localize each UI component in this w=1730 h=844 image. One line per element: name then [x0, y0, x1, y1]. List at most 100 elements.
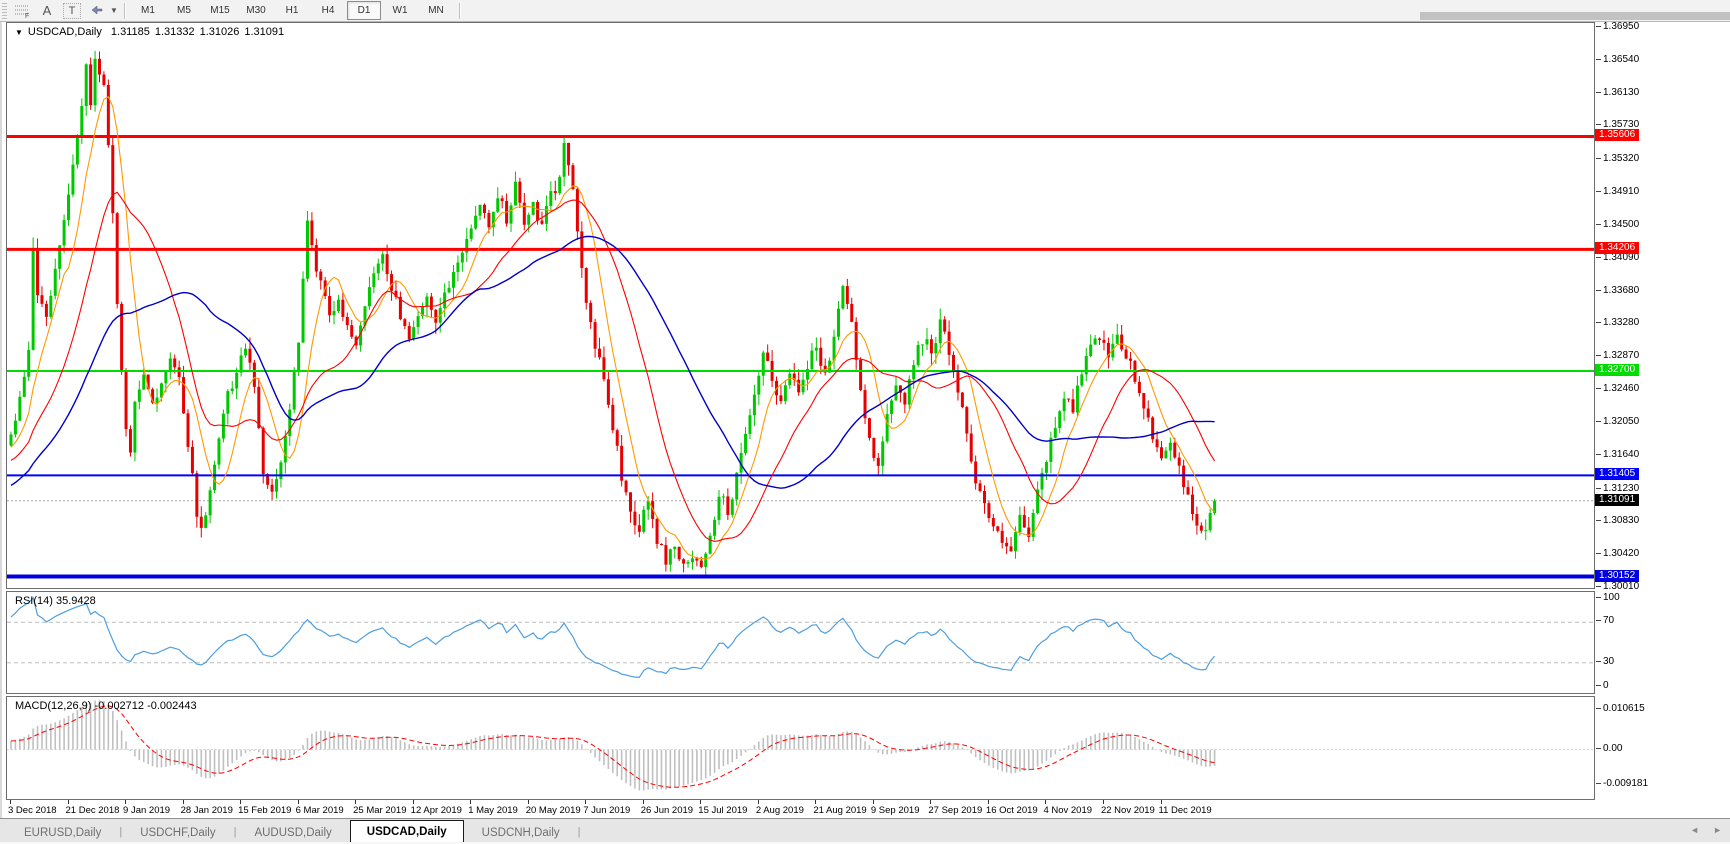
date-tick — [873, 800, 874, 804]
timeframe-buttons: M1M5M15M30H1H4D1W1MN — [130, 1, 454, 20]
date-label: 20 May 2019 — [526, 805, 581, 816]
date-label: 1 May 2019 — [468, 805, 518, 816]
window-edge — [1420, 12, 1730, 20]
hline-price-badge: 1.35606 — [1595, 129, 1639, 141]
chart-tab-bar: EURUSD,Daily|USDCHF,Daily|AUDUSD,DailyUS… — [0, 818, 1730, 843]
date-tick — [1103, 800, 1104, 804]
hline-price-badge: 1.31405 — [1595, 468, 1639, 480]
timeframe-button-m30[interactable]: M30 — [239, 1, 273, 20]
price-tick: 1.31230 — [1603, 484, 1639, 494]
date-label: 16 Oct 2019 — [986, 805, 1038, 816]
price-tick: 1.35320 — [1603, 154, 1639, 164]
date-tick — [815, 800, 816, 804]
ohlc-low: 1.31026 — [200, 26, 240, 38]
timeframe-button-h1[interactable]: H1 — [275, 1, 309, 20]
date-label: 15 Feb 2019 — [238, 805, 291, 816]
date-tick — [68, 800, 69, 804]
date-label: 21 Aug 2019 — [813, 805, 866, 816]
price-tick: 1.34500 — [1603, 220, 1639, 230]
date-label: 15 Jul 2019 — [698, 805, 747, 816]
date-tick — [183, 800, 184, 804]
date-label: 22 Nov 2019 — [1101, 805, 1155, 816]
chart-tab-usdchf[interactable]: USDCHF,Daily — [124, 822, 231, 843]
date-label: 27 Sep 2019 — [928, 805, 982, 816]
price-tick: 1.36950 — [1603, 22, 1639, 32]
date-label: 26 Jun 2019 — [641, 805, 693, 816]
text-box-icon[interactable]: T — [63, 3, 81, 19]
date-tick — [528, 800, 529, 804]
date-tick — [1045, 800, 1046, 804]
toolbar-separator — [459, 3, 460, 19]
hline-price-badge: 1.32700 — [1595, 364, 1639, 376]
price-axis[interactable]: 1.369501.365401.361301.357301.353201.349… — [1595, 22, 1730, 800]
tab-separator: | — [234, 826, 237, 838]
chevron-down-icon[interactable]: ▼ — [15, 28, 23, 37]
date-label: 6 Mar 2019 — [296, 805, 344, 816]
chart-tab-usdcnh[interactable]: USDCNH,Daily — [466, 822, 576, 843]
price-tick: 1.33680 — [1603, 286, 1639, 296]
chart-tab-usdcad[interactable]: USDCAD,Daily — [350, 820, 464, 843]
date-tick — [930, 800, 931, 804]
tab-scroll-right-icon[interactable]: ► — [1713, 825, 1722, 835]
timeframe-button-mn[interactable]: MN — [419, 1, 453, 20]
symbol-period-label: USDCAD,Daily — [28, 26, 102, 38]
date-label: 9 Jan 2019 — [123, 805, 170, 816]
ohlc-high: 1.31332 — [155, 26, 195, 38]
rsi-axis-tick: 30 — [1603, 657, 1614, 667]
timeframe-button-h4[interactable]: H4 — [311, 1, 345, 20]
date-label: 11 Dec 2019 — [1159, 805, 1212, 816]
macd-axis-tick: 0.010615 — [1603, 704, 1645, 714]
date-label: 7 Jun 2019 — [583, 805, 630, 816]
date-tick — [988, 800, 989, 804]
timeframe-button-m15[interactable]: M15 — [203, 1, 237, 20]
date-tick — [298, 800, 299, 804]
chart-tab-eurusd[interactable]: EURUSD,Daily — [8, 822, 117, 843]
hline-price-badge: 1.30152 — [1595, 570, 1639, 582]
candlestick-chart-canvas[interactable] — [7, 23, 1594, 588]
price-tick: 1.34910 — [1603, 187, 1639, 197]
date-tick — [643, 800, 644, 804]
text-label-icon[interactable]: A — [35, 2, 59, 19]
date-tick — [470, 800, 471, 804]
timeframe-button-d1[interactable]: D1 — [347, 1, 381, 20]
date-label: 21 Dec 2018 — [66, 805, 120, 816]
date-label: 25 Mar 2019 — [353, 805, 406, 816]
main-chart-panel[interactable]: ▼ USDCAD,Daily 1.31185 1.31332 1.31026 1… — [6, 22, 1595, 589]
date-tick — [585, 800, 586, 804]
ohlc-close: 1.31091 — [244, 26, 284, 38]
timeframe-button-m5[interactable]: M5 — [167, 1, 201, 20]
price-tick: 1.32050 — [1603, 417, 1639, 427]
date-tick — [700, 800, 701, 804]
date-label: 2 Aug 2019 — [756, 805, 804, 816]
macd-chart-canvas[interactable] — [7, 697, 1594, 799]
rsi-panel[interactable]: RSI(14) 35.9428 — [6, 591, 1595, 694]
fibonacci-icon[interactable]: F — [11, 2, 35, 19]
rsi-axis-tick: 0 — [1603, 681, 1609, 691]
date-label: 12 Apr 2019 — [411, 805, 462, 816]
timeframe-button-m1[interactable]: M1 — [131, 1, 165, 20]
arrows-dropdown-caret-icon[interactable]: ▼ — [109, 2, 119, 19]
chart-title: ▼ USDCAD,Daily 1.31185 1.31332 1.31026 1… — [15, 26, 284, 38]
date-label: 9 Sep 2019 — [871, 805, 920, 816]
date-tick — [10, 800, 11, 804]
date-axis[interactable]: 3 Dec 201821 Dec 20189 Jan 201928 Jan 20… — [2, 800, 1595, 818]
rsi-label: RSI(14) 35.9428 — [15, 595, 96, 607]
arrows-style-icon[interactable] — [85, 2, 109, 19]
date-tick — [240, 800, 241, 804]
macd-panel[interactable]: MACD(12,26,9) -0.002712 -0.002443 — [6, 696, 1595, 800]
price-tick: 1.32460 — [1603, 384, 1639, 394]
price-tick: 1.30420 — [1603, 549, 1639, 559]
hline-price-badge: 1.34206 — [1595, 242, 1639, 254]
date-tick — [413, 800, 414, 804]
price-tick: 1.32870 — [1603, 351, 1639, 361]
price-tick: 1.33280 — [1603, 318, 1639, 328]
tab-scroll-left-icon[interactable]: ◄ — [1690, 825, 1699, 835]
chart-window: ▼ USDCAD,Daily 1.31185 1.31332 1.31026 1… — [0, 22, 1730, 818]
macd-axis-tick: 0.00 — [1603, 744, 1622, 754]
toolbar-grip[interactable] — [2, 3, 7, 19]
chart-tab-audusd[interactable]: AUDUSD,Daily — [238, 822, 347, 843]
price-tick: 1.31640 — [1603, 450, 1639, 460]
timeframe-button-w1[interactable]: W1 — [383, 1, 417, 20]
date-label: 28 Jan 2019 — [181, 805, 233, 816]
rsi-chart-canvas[interactable] — [7, 592, 1594, 693]
